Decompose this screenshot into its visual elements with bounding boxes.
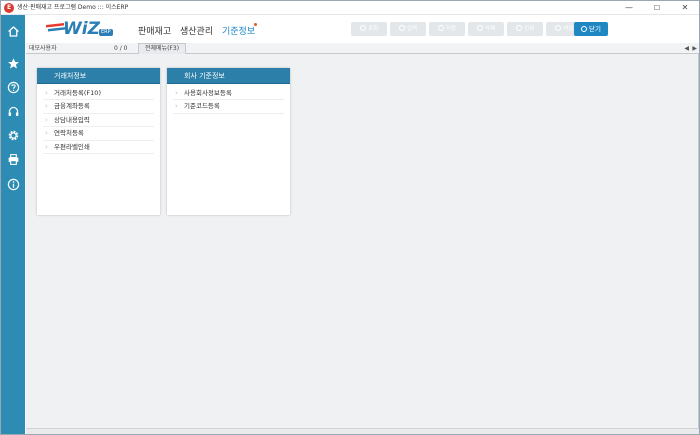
info-icon[interactable] [5,176,21,192]
gear-icon[interactable] [5,127,21,143]
save-button[interactable]: 저장 [429,22,465,36]
logo-badge: ERP [99,29,113,36]
menu-item-postal-label[interactable]: 우편라벨인쇄 [43,141,154,154]
printer-icon[interactable] [5,151,21,167]
tab-prev-button[interactable]: ◀ [684,44,689,53]
close-button[interactable]: 닫기 [574,22,608,36]
main-content: 거래처정보 거래처등록(F10) 금융계좌등록 상담내용입력 연락처등록 우편라… [26,54,699,428]
card-title: 거래처정보 [37,68,160,84]
headset-icon[interactable] [5,103,21,119]
app-logo-icon: E [4,3,14,13]
minimize-button[interactable]: — [615,1,643,15]
star-icon[interactable] [5,55,21,71]
menu-sales-inventory[interactable]: 판매재고 [138,24,171,37]
active-menu-dot [254,23,257,26]
tab-next-button[interactable]: ▶ [692,44,697,53]
tab-strip: 데모사용자 0 / 0 전체메뉴(F3) ◀ ▶ [26,43,699,54]
home-icon[interactable] [5,23,21,39]
record-count: 0 / 0 [114,45,128,52]
print-button[interactable]: 인쇄 [507,22,543,36]
menu-item-bank-account[interactable]: 금융계좌등록 [43,100,154,114]
app-header: WiZ ERP 판매재고 생산관리 기준정보 조회 입력 저장 삭제 인쇄 엑셀… [26,15,699,43]
wiz-erp-logo: WiZ ERP [46,18,116,42]
window-title: 생산·판매재고 프로그램 Demo ::: 이스ERP [17,4,129,11]
card-title: 회사 기준정보 [167,68,290,84]
card-company-info: 회사 기준정보 사용회사정보등록 기준코드등록 [167,68,290,215]
excel-icon [554,25,561,31]
save-icon [437,25,444,31]
left-sidebar [1,15,25,434]
menu-base-info[interactable]: 기준정보 [222,24,255,37]
logo-text: WiZ [63,19,100,39]
maximize-button[interactable]: ☐ [643,1,671,15]
card-menu-list: 거래처등록(F10) 금융계좌등록 상담내용입력 연락처등록 우편라벨인쇄 [37,84,160,154]
card-menu-list: 사용회사정보등록 기준코드등록 [167,84,290,114]
menu-item-consultation[interactable]: 상담내용입력 [43,114,154,128]
title-bar: E 생산·판매재고 프로그램 Demo ::: 이스ERP — ☐ ✕ [1,1,699,15]
user-name: 데모사용자 [29,45,57,52]
insert-button[interactable]: 입력 [390,22,426,36]
app-window: E 생산·판매재고 프로그램 Demo ::: 이스ERP — ☐ ✕ WiZ … [0,0,700,435]
menu-item-base-code[interactable]: 기준코드등록 [173,100,284,114]
delete-icon [476,25,483,31]
close-window-button[interactable]: ✕ [671,1,699,15]
menu-item-company-register[interactable]: 사용회사정보등록 [173,87,284,101]
close-icon [581,26,588,32]
insert-icon [398,25,405,31]
menu-item-partner-register[interactable]: 거래처등록(F10) [43,87,154,101]
help-icon[interactable] [5,79,21,95]
tab-all-menu[interactable]: 전체메뉴(F3) [138,43,187,54]
menu-production[interactable]: 생산관리 [180,24,213,37]
delete-button[interactable]: 삭제 [468,22,504,36]
menu-item-contact[interactable]: 연락처등록 [43,127,154,141]
search-icon [359,25,366,31]
status-bar [26,428,699,434]
print-icon [515,25,522,31]
search-button[interactable]: 조회 [351,22,387,36]
card-partner-info: 거래처정보 거래처등록(F10) 금융계좌등록 상담내용입력 연락처등록 우편라… [37,68,160,215]
